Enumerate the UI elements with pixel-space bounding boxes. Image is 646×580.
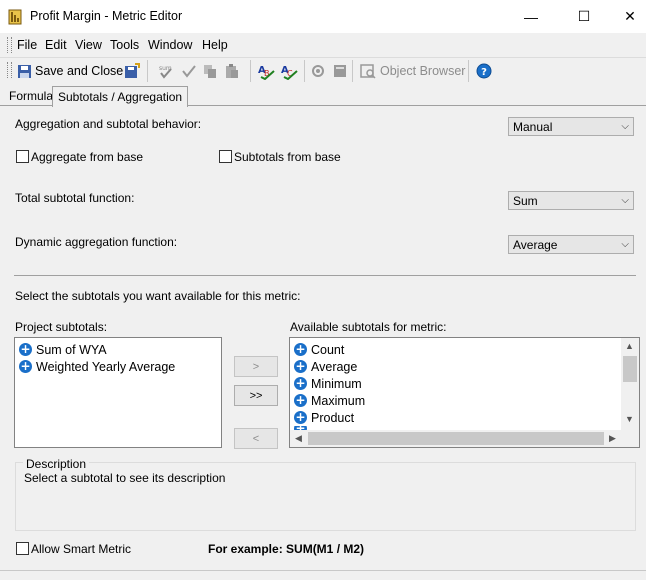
scrollbar-corner	[621, 430, 639, 447]
app-icon	[8, 9, 22, 25]
toolbar-separator	[352, 60, 353, 82]
save-and-close-button[interactable]: Save and Close	[35, 64, 123, 78]
project-subtotals-label: Project subtotals:	[15, 320, 108, 334]
plus-icon: +	[294, 393, 307, 407]
menu-file[interactable]: File	[17, 38, 37, 52]
list-item[interactable]: + Maximum	[294, 392, 365, 409]
close-icon: ✕	[624, 8, 636, 24]
menu-window[interactable]: Window	[148, 38, 192, 52]
section-divider	[14, 275, 636, 276]
allow-smart-metric-checkbox[interactable]	[16, 542, 29, 555]
plus-icon: +	[294, 342, 307, 356]
object-browser-button[interactable]: Object Browser	[380, 64, 465, 78]
aggregation-behavior-value: Manual	[513, 120, 553, 134]
tab-subtotals-aggregation[interactable]: Subtotals / Aggregation	[52, 86, 189, 107]
subtotals-from-base-checkbox[interactable]	[219, 150, 232, 163]
horizontal-scroll-thumb[interactable]	[308, 432, 604, 445]
list-item[interactable]: + Weighted Yearly Average	[19, 358, 175, 375]
project-subtotals-list[interactable]: + Sum of WYA + Weighted Yearly Average	[14, 337, 222, 448]
help-icon[interactable]: ?	[475, 62, 493, 80]
scroll-down-icon[interactable]: ▼	[621, 414, 638, 424]
aggregate-from-base-checkbox[interactable]	[16, 150, 29, 163]
minimize-button[interactable]: —	[508, 0, 554, 33]
dynamic-aggregation-value: Average	[513, 238, 558, 252]
object-browser-icon	[359, 62, 377, 80]
plus-icon: +	[294, 359, 307, 373]
plus-icon: +	[19, 359, 32, 373]
paste-icon[interactable]	[223, 62, 241, 80]
sum-icon[interactable]: sum	[157, 62, 175, 80]
allow-smart-metric-label: Allow Smart Metric	[31, 542, 132, 556]
menu-edit[interactable]: Edit	[45, 38, 67, 52]
description-legend: Description	[23, 457, 90, 471]
toolbar-separator	[468, 60, 469, 82]
list-item[interactable]: + Count	[294, 341, 344, 358]
vertical-scroll-thumb[interactable]	[623, 356, 637, 382]
list-item[interactable]: + Sum of WYA	[19, 341, 107, 358]
menu-grip	[7, 37, 12, 53]
list-item[interactable]: + Product	[294, 409, 354, 426]
available-subtotals-label: Available subtotals for metric:	[290, 320, 447, 334]
menu-help[interactable]: Help	[202, 38, 228, 52]
list-item[interactable]: + Minimum	[294, 375, 362, 392]
aggregation-behavior-label: Aggregation and subtotal behavior:	[15, 117, 202, 131]
plus-icon: +	[294, 410, 307, 424]
aggregate-from-base-label: Aggregate from base	[31, 150, 144, 164]
toolbar-separator	[147, 60, 148, 82]
description-text: Select a subtotal to see its description	[24, 471, 226, 485]
svg-text:?: ?	[481, 67, 487, 78]
menu-view[interactable]: View	[75, 38, 102, 52]
remove-subtotal-button[interactable]: <	[234, 428, 278, 449]
total-subtotal-value: Sum	[513, 194, 538, 208]
chevron-down-icon: ⌵	[621, 195, 629, 206]
toolbar-separator	[250, 60, 251, 82]
spell-check-all-icon[interactable]: AC	[281, 62, 299, 80]
maximize-button[interactable]: ☐	[561, 0, 607, 33]
menu-tools[interactable]: Tools	[110, 38, 139, 52]
add-all-subtotals-button[interactable]: >>	[234, 385, 278, 406]
aggregation-behavior-select[interactable]: Manual ⌵	[508, 117, 634, 136]
validate-icon[interactable]	[180, 62, 198, 80]
properties-icon[interactable]	[331, 62, 349, 80]
spell-check-icon[interactable]: AB	[258, 62, 276, 80]
save-icon	[15, 62, 33, 80]
total-subtotal-label: Total subtotal function:	[15, 191, 135, 205]
scroll-up-icon[interactable]: ▲	[621, 341, 638, 351]
horizontal-scrollbar[interactable]: ◀ ▶	[290, 430, 621, 447]
find-icon[interactable]	[309, 62, 327, 80]
copy-icon[interactable]	[201, 62, 219, 80]
dynamic-aggregation-select[interactable]: Average ⌵	[508, 235, 634, 254]
dynamic-aggregation-label: Dynamic aggregation function:	[15, 235, 178, 249]
toolbar-separator	[304, 60, 305, 82]
list-item[interactable]: + Average	[294, 358, 357, 375]
select-subtotals-instruction: Select the subtotals you want available …	[15, 289, 301, 303]
chevron-down-icon: ⌵	[621, 121, 629, 132]
vertical-scrollbar[interactable]: ▲ ▼	[621, 338, 639, 430]
tab-formula[interactable]: Formula	[4, 86, 58, 106]
subtotals-from-base-label: Subtotals from base	[234, 150, 341, 164]
chevron-down-icon: ⌵	[621, 239, 629, 250]
scroll-right-icon[interactable]: ▶	[604, 433, 621, 444]
minimize-icon: —	[524, 8, 538, 25]
window-title: Profit Margin - Metric Editor	[30, 9, 183, 23]
plus-icon: +	[19, 342, 32, 356]
close-button[interactable]: ✕	[607, 0, 646, 33]
save-as-icon[interactable]	[123, 62, 141, 80]
plus-icon: +	[294, 376, 307, 390]
smart-metric-example: For example: SUM(M1 / M2)	[208, 542, 365, 556]
add-subtotal-button[interactable]: >	[234, 356, 278, 377]
scroll-left-icon[interactable]: ◀	[290, 433, 307, 444]
total-subtotal-select[interactable]: Sum ⌵	[508, 191, 634, 210]
available-subtotals-list[interactable]: + Count + Average + Minimum + Maximum + …	[289, 337, 640, 448]
toolbar-grip	[7, 62, 12, 78]
maximize-icon: ☐	[577, 8, 591, 24]
